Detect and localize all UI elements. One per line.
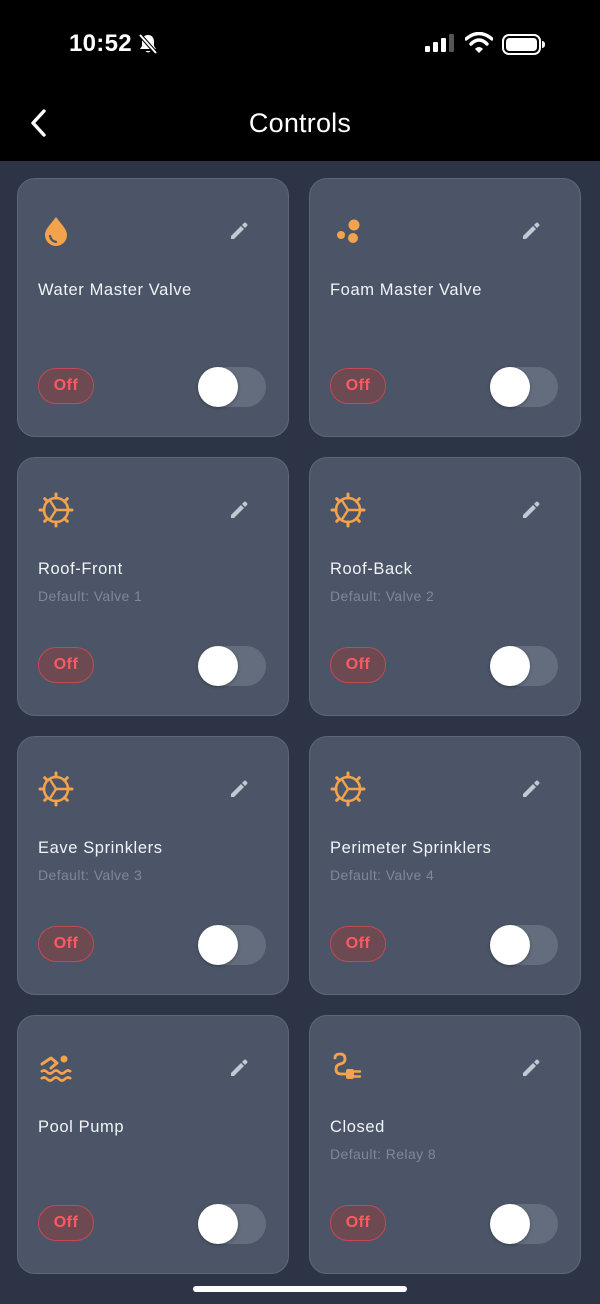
toggle-knob xyxy=(490,925,530,965)
toggle-knob xyxy=(198,646,238,686)
control-card-roof-front: Roof-Front Default: Valve 1 Off xyxy=(17,457,289,716)
status-badge: Off xyxy=(38,368,94,404)
water-drop-icon xyxy=(38,213,74,249)
status-badge: Off xyxy=(330,368,386,404)
sprinkler-gear-icon xyxy=(330,492,366,528)
control-default: Default: Valve 2 xyxy=(330,588,435,604)
edit-icon[interactable] xyxy=(519,777,543,801)
control-toggle[interactable] xyxy=(490,367,558,407)
control-name: Perimeter Sprinklers xyxy=(330,839,492,857)
silent-bell-icon xyxy=(138,33,158,60)
status-badge: Off xyxy=(330,1205,386,1241)
control-card-eave-sprinklers: Eave Sprinklers Default: Valve 3 Off xyxy=(17,736,289,995)
control-card-water-master-valve: Water Master Valve Off xyxy=(17,178,289,437)
toggle-knob xyxy=(490,367,530,407)
wifi-icon xyxy=(464,31,494,59)
edit-icon[interactable] xyxy=(519,498,543,522)
control-toggle[interactable] xyxy=(198,367,266,407)
control-default: Default: Valve 4 xyxy=(330,867,435,883)
status-bar: 10:52 xyxy=(0,0,600,88)
control-toggle[interactable] xyxy=(490,925,558,965)
control-toggle[interactable] xyxy=(490,1204,558,1244)
control-default: Default: Relay 8 xyxy=(330,1146,437,1162)
control-default: Default: Valve 3 xyxy=(38,867,143,883)
control-name: Roof-Back xyxy=(330,560,413,578)
control-card-perimeter-sprinklers: Perimeter Sprinklers Default: Valve 4 Of… xyxy=(309,736,581,995)
battery-icon xyxy=(502,34,546,61)
control-toggle[interactable] xyxy=(198,925,266,965)
control-name: Foam Master Valve xyxy=(330,281,483,299)
toggle-knob xyxy=(198,367,238,407)
status-badge: Off xyxy=(38,647,94,683)
edit-icon[interactable] xyxy=(227,1056,251,1080)
control-toggle[interactable] xyxy=(198,1204,266,1244)
control-card-closed: Closed Default: Relay 8 Off xyxy=(309,1015,581,1274)
edit-icon[interactable] xyxy=(227,498,251,522)
bubbles-icon xyxy=(330,213,366,249)
status-time: 10:52 xyxy=(69,30,132,57)
edit-icon[interactable] xyxy=(227,219,251,243)
toggle-knob xyxy=(198,1204,238,1244)
sprinkler-gear-icon xyxy=(330,771,366,807)
control-toggle[interactable] xyxy=(490,646,558,686)
control-toggle[interactable] xyxy=(198,646,266,686)
control-name: Closed xyxy=(330,1118,385,1136)
status-badge: Off xyxy=(330,926,386,962)
edit-icon[interactable] xyxy=(519,219,543,243)
power-plug-icon xyxy=(330,1050,366,1086)
status-badge: Off xyxy=(330,647,386,683)
control-name: Pool Pump xyxy=(38,1118,125,1136)
cellular-signal-icon xyxy=(425,33,455,58)
status-badge: Off xyxy=(38,926,94,962)
control-default: Default: Valve 1 xyxy=(38,588,143,604)
pool-swimmer-icon xyxy=(38,1050,74,1086)
toggle-knob xyxy=(490,646,530,686)
control-card-pool-pump: Pool Pump Off xyxy=(17,1015,289,1274)
nav-bar: Controls xyxy=(0,88,600,161)
sprinkler-gear-icon xyxy=(38,492,74,528)
status-badge: Off xyxy=(38,1205,94,1241)
control-name: Water Master Valve xyxy=(38,281,192,299)
toggle-knob xyxy=(490,1204,530,1244)
page-title: Controls xyxy=(248,108,352,138)
control-card-foam-master-valve: Foam Master Valve Off xyxy=(309,178,581,437)
control-name: Eave Sprinklers xyxy=(38,839,163,857)
control-name: Roof-Front xyxy=(38,560,123,578)
sprinkler-gear-icon xyxy=(38,771,74,807)
home-indicator xyxy=(193,1286,407,1292)
control-card-roof-back: Roof-Back Default: Valve 2 Off xyxy=(309,457,581,716)
edit-icon[interactable] xyxy=(519,1056,543,1080)
edit-icon[interactable] xyxy=(227,777,251,801)
toggle-knob xyxy=(198,925,238,965)
